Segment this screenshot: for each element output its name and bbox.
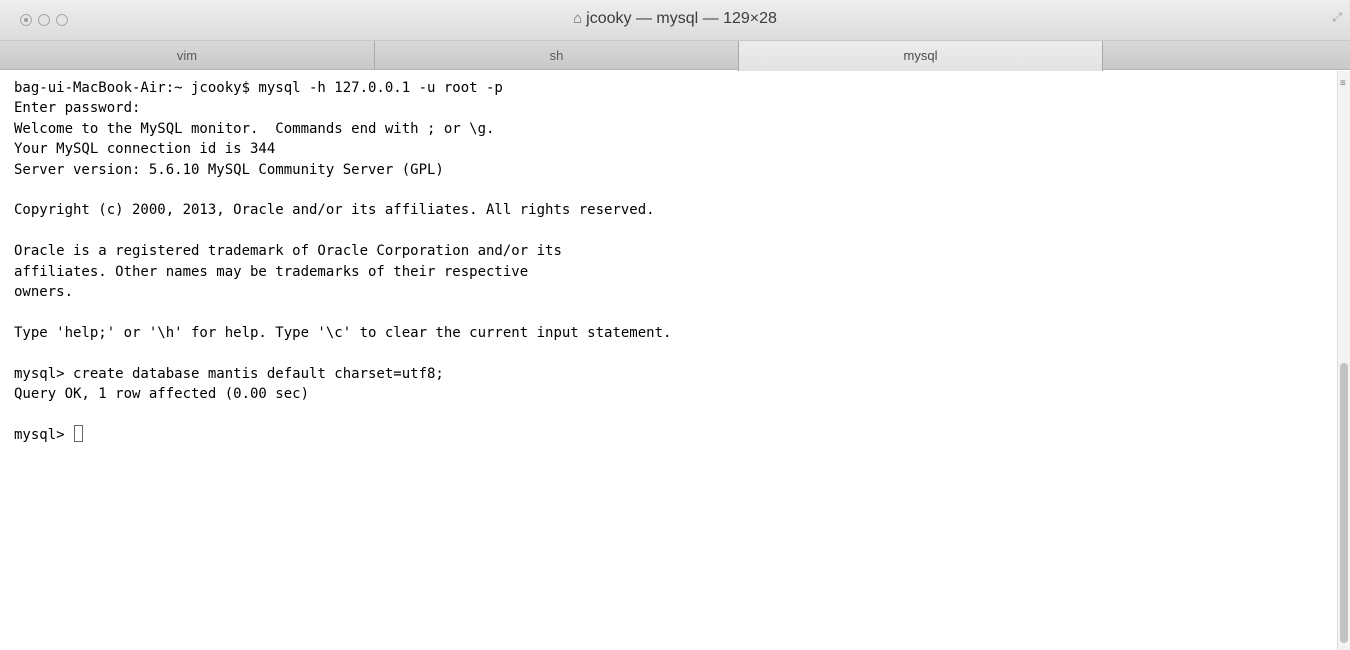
terminal-line: affiliates. Other names may be trademark… [14,263,529,280]
window-title-text: jcooky — mysql — 129×28 [586,10,777,27]
terminal-output[interactable]: bag-ui-MacBook-Air:~ jcooky$ mysql -h 12… [0,71,1337,650]
terminal-line: Your MySQL connection id is 344 [14,141,276,158]
tab-label: sh [549,48,564,63]
terminal-line: Copyright (c) 2000, 2013, Oracle and/or … [14,202,655,219]
window-title: ⌂ jcooky — mysql — 129×28 [0,10,1350,28]
terminal-line: owners. [14,284,74,301]
fullscreen-icon[interactable]: ⤢ [1330,10,1344,24]
tab-label: vim [176,48,198,63]
terminal-line: mysql> create database mantis default ch… [14,365,444,382]
scrollbar-thumb[interactable] [1340,363,1348,643]
terminal-line: Query OK, 1 row affected (0.00 sec) [14,386,310,403]
tab-bar: vim sh mysql [0,41,1350,71]
tab-mysql[interactable]: mysql [738,41,1103,71]
vertical-scrollbar[interactable]: ≡ [1337,71,1350,650]
terminal-prompt: mysql> [14,426,74,443]
tab-sh[interactable]: sh [375,41,739,70]
terminal-window: ⌂ jcooky — mysql — 129×28 ⤢ vim sh mysql … [0,0,1350,650]
tab-vim[interactable]: vim [0,41,375,70]
text-cursor [74,424,84,442]
split-pane-icon[interactable]: ≡ [1340,79,1348,89]
title-bar[interactable]: ⌂ jcooky — mysql — 129×28 ⤢ [0,0,1350,41]
terminal-line: Welcome to the MySQL monitor. Commands e… [14,120,495,137]
terminal-line: bag-ui-MacBook-Air:~ jcooky$ mysql -h 12… [14,80,503,96]
terminal-line: Server version: 5.6.10 MySQL Community S… [14,161,444,178]
terminal-line: Type 'help;' or '\h' for help. Type '\c'… [14,324,672,341]
terminal-line: Enter password: [14,100,141,117]
terminal-line: Oracle is a registered trademark of Orac… [14,243,562,260]
house-icon: ⌂ [573,10,583,27]
tab-label: mysql [903,48,938,63]
terminal-text: bag-ui-MacBook-Air:~ jcooky$ mysql -h 12… [14,78,1337,445]
